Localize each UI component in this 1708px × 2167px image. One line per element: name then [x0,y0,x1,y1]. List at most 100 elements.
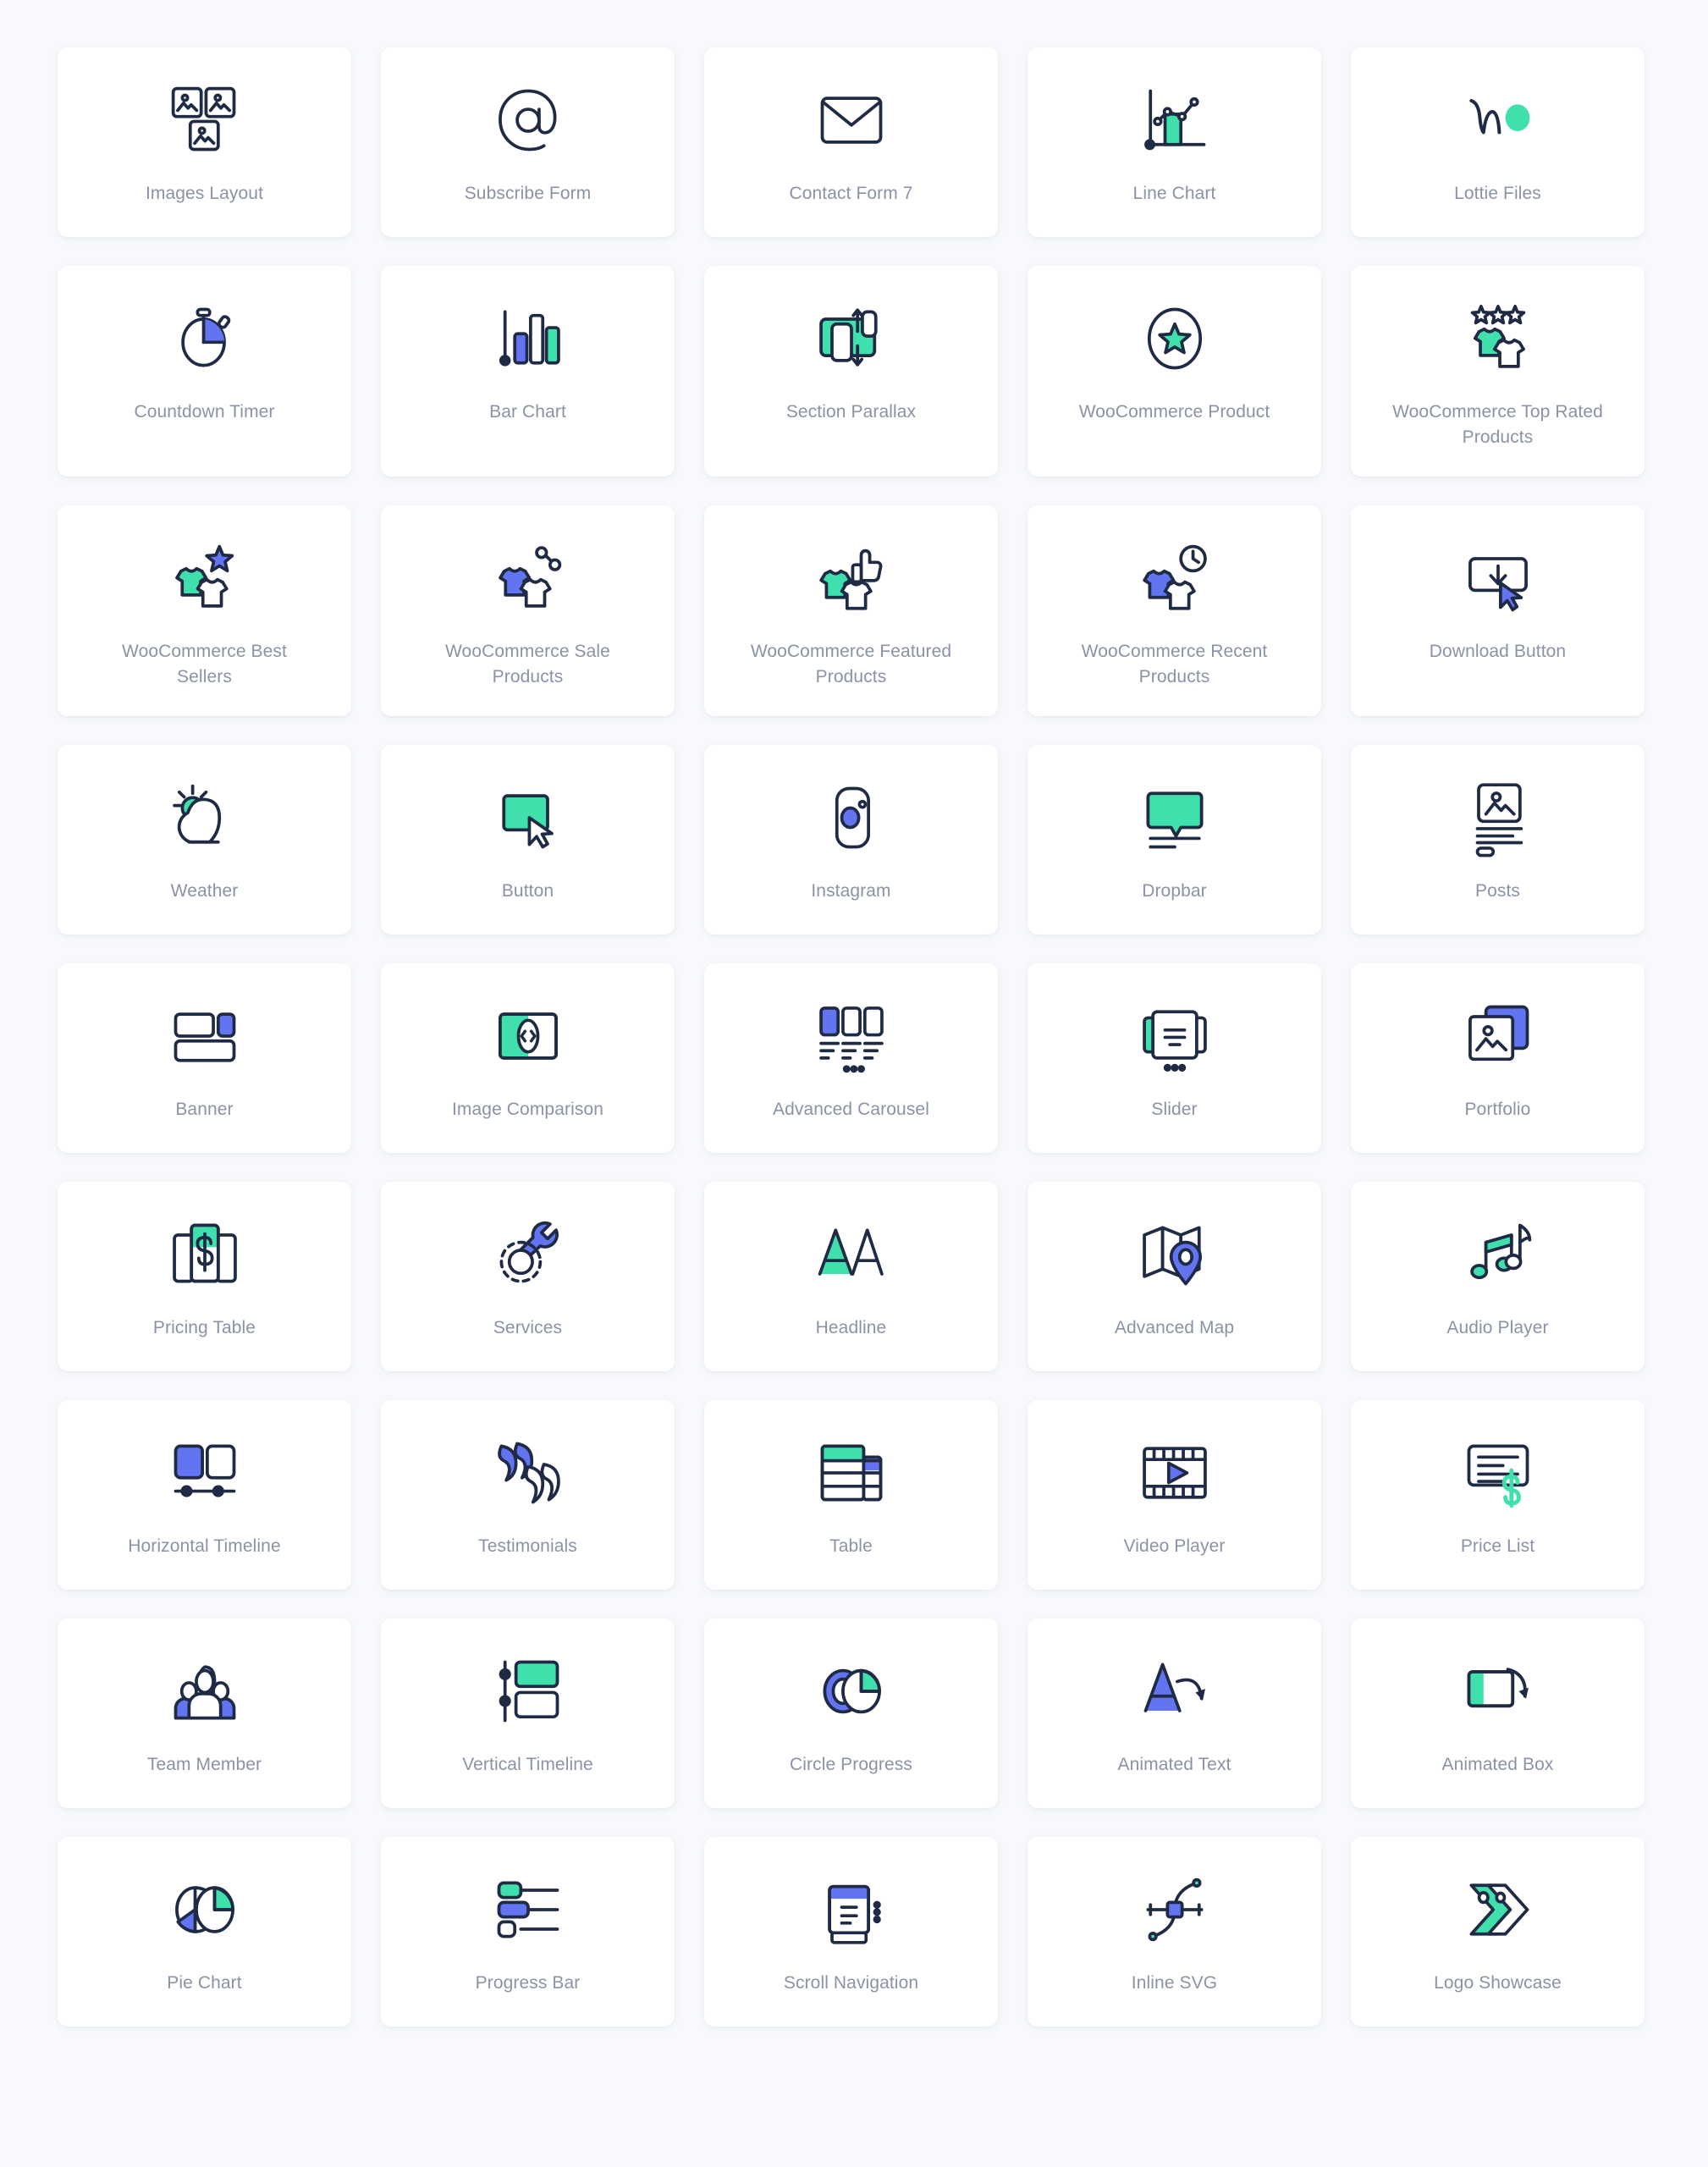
widget-label: Logo Showcase [1434,1972,1562,1993]
shirts-percent-icon [489,539,567,617]
dropbar-icon [1136,779,1214,857]
widget-card[interactable]: Slider [1028,962,1321,1153]
widget-card[interactable]: Download Button [1351,505,1645,716]
posts-icon [1459,779,1537,857]
sun-cloud-icon [166,779,244,857]
widget-card[interactable]: Team Member [58,1618,351,1808]
widget-card[interactable]: WooCommerce Featured Products [704,505,998,716]
widget-card[interactable]: WooCommerce Product [1028,266,1321,477]
widget-label: Portfolio [1464,1099,1531,1119]
widget-card[interactable]: Lottie Files [1351,47,1645,237]
widget-card[interactable]: WooCommerce Best Sellers [58,505,351,716]
widget-card[interactable]: Image Comparison [381,962,675,1153]
widget-card[interactable]: Services [381,1181,675,1371]
image-comparison-icon [489,997,567,1075]
widget-card[interactable]: WooCommerce Recent Products [1028,505,1321,716]
widget-label: Instagram [811,880,891,901]
widget-card[interactable]: Logo Showcase [1351,1836,1645,2026]
widget-label: Price List [1460,1536,1535,1556]
widget-label: Bar Chart [489,402,566,422]
widget-card[interactable]: Pie Chart [58,1836,351,2026]
widget-label: Testimonials [478,1536,577,1556]
widget-card[interactable]: Pricing Table [58,1181,351,1371]
widget-card[interactable]: Line Chart [1028,47,1321,237]
stopwatch-icon [166,300,244,378]
logo-showcase-icon [1459,1871,1537,1949]
scroll-navigation-icon [813,1871,890,1949]
widget-card[interactable]: Animated Text [1028,1618,1321,1808]
shirts-stars-icon [1459,300,1537,378]
widget-card[interactable]: Countdown Timer [58,266,351,477]
widget-label: Horizontal Timeline [128,1536,281,1556]
widget-card[interactable]: Circle Progress [704,1618,998,1808]
gear-wrench-icon [489,1216,567,1293]
widget-card[interactable]: Banner [58,962,351,1153]
widget-card[interactable]: Button [381,744,675,935]
widget-card[interactable]: Horizontal Timeline [58,1399,351,1590]
widget-label: Subscribe Form [464,184,592,203]
widget-label: Pricing Table [152,1317,256,1337]
widget-label: Images Layout [145,184,264,203]
widget-card[interactable]: Video Player [1028,1399,1321,1590]
widget-label: Download Button [1429,641,1567,661]
widget-card[interactable]: Portfolio [1351,962,1645,1153]
widget-card[interactable]: Advanced Carousel [704,962,998,1153]
widget-card[interactable]: Weather [58,744,351,935]
widget-card[interactable]: WooCommerce Top Rated Products [1351,266,1645,477]
table-icon [813,1434,890,1512]
widget-label: Section Parallax [785,402,917,422]
widget-label: Pie Chart [167,1972,242,1993]
widget-label: Animated Text [1117,1754,1231,1774]
widget-card[interactable]: WooCommerce Sale Products [381,505,675,716]
pie-chart-icon [166,1871,244,1949]
widget-label: Progress Bar [475,1972,581,1993]
widget-grid: Images Layout Subscribe Form Contact Form … [0,0,1708,2026]
widget-card[interactable]: Table [704,1399,998,1590]
widget-label: Headline [815,1317,887,1337]
widget-card[interactable]: Headline [704,1181,998,1371]
line-chart-icon [1136,81,1214,159]
widget-card[interactable]: Instagram [704,744,998,935]
widget-card[interactable]: Subscribe Form [381,47,675,237]
widget-card[interactable]: Price List [1351,1399,1645,1590]
widget-label: Scroll Navigation [783,1972,919,1993]
widget-label: Slider [1151,1099,1198,1119]
circle-progress-icon [813,1652,890,1730]
widget-card[interactable]: Testimonials [381,1399,675,1590]
widget-label: Weather [170,880,239,901]
widget-card[interactable]: Posts [1351,744,1645,935]
widget-card[interactable]: Section Parallax [704,266,998,477]
widget-label: Image Comparison [451,1099,603,1119]
vertical-timeline-icon [489,1652,567,1730]
widget-card[interactable]: Images Layout [58,47,351,237]
animated-text-icon [1136,1652,1214,1730]
widget-card[interactable]: Contact Form 7 [704,47,998,237]
widget-card[interactable]: Progress Bar [381,1836,675,2026]
widget-label: Lottie Files [1454,184,1541,203]
widget-label: Line Chart [1132,184,1216,203]
widget-card[interactable]: Audio Player [1351,1181,1645,1371]
animated-box-icon [1459,1652,1537,1730]
film-play-icon [1136,1434,1214,1512]
widget-card[interactable]: Advanced Map [1028,1181,1321,1371]
advanced-carousel-icon [813,997,890,1075]
widget-label: Posts [1474,880,1521,901]
widget-label: Advanced Map [1114,1317,1235,1337]
widget-label: Animated Box [1441,1754,1554,1774]
price-list-icon [1459,1434,1537,1512]
widget-card[interactable]: Scroll Navigation [704,1836,998,2026]
widget-card[interactable]: Bar Chart [381,266,675,477]
widget-label: Audio Player [1446,1317,1549,1337]
widget-card[interactable]: Vertical Timeline [381,1618,675,1808]
widget-card[interactable]: Inline SVG [1028,1836,1321,2026]
music-notes-icon [1459,1216,1537,1293]
portfolio-icon [1459,997,1537,1075]
widget-card[interactable]: Dropbar [1028,744,1321,935]
widget-label: Banner [175,1099,234,1119]
widget-label: WooCommerce Top Rated Products [1392,402,1603,448]
widget-label: WooCommerce Recent Products [1081,641,1268,687]
envelope-icon [813,81,890,159]
slider-icon [1136,997,1214,1075]
widget-label: Button [501,880,554,901]
widget-card[interactable]: Animated Box [1351,1618,1645,1808]
